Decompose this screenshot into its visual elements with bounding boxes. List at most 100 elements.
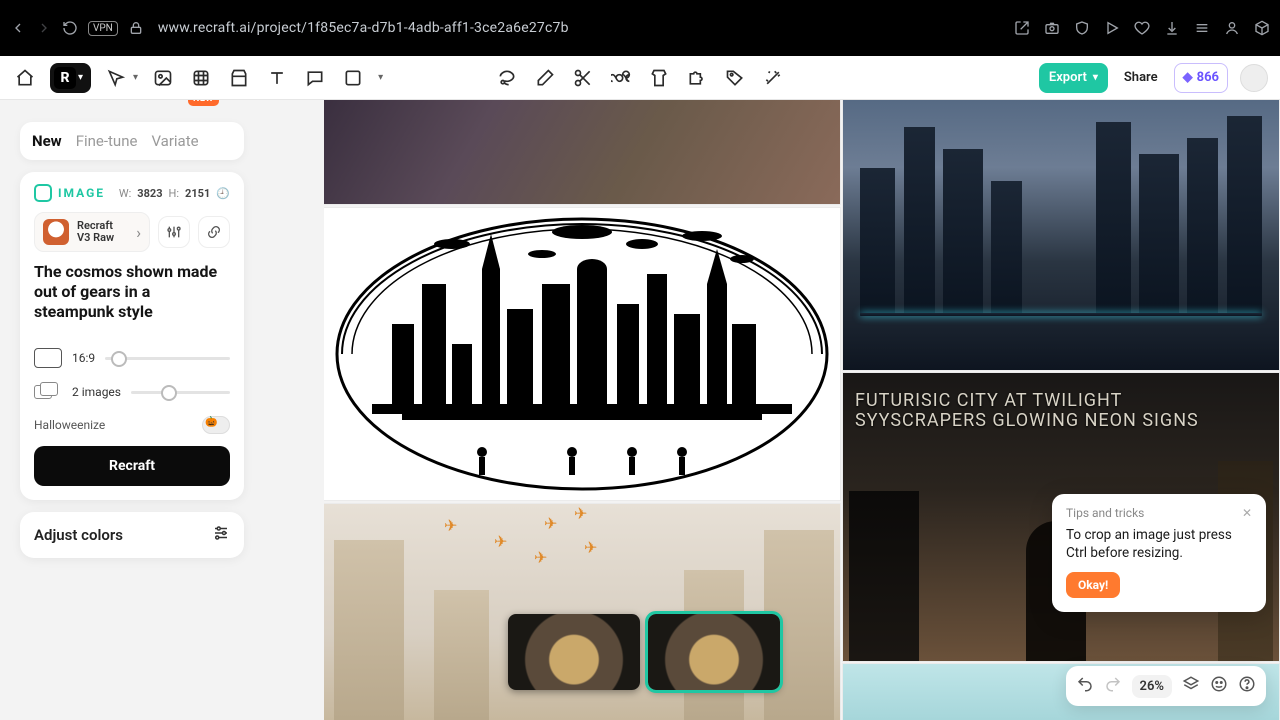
nav-back-icon[interactable] [10,20,26,36]
vpn-badge[interactable]: VPN [88,21,118,36]
scissors-icon[interactable] [570,65,596,91]
comment-tool-icon[interactable] [302,65,328,91]
halloweenize-toggle[interactable] [202,416,230,434]
w-label: W: [119,187,131,200]
result-thumbnails [508,614,780,690]
image-type-icon [34,184,52,202]
count-row: 2 images [34,382,230,402]
canvas-image[interactable] [324,208,840,500]
chevron-down-icon: ▾ [78,72,83,83]
avatar[interactable] [1240,64,1268,92]
text-tool-icon[interactable] [264,65,290,91]
play-icon[interactable] [1104,20,1120,36]
lock-icon [128,20,144,36]
menu-icon[interactable] [1194,20,1210,36]
address-url[interactable]: www.recraft.ai/project/1f85ec7a-d7b1-4ad… [158,20,1000,36]
w-value: 3823 [137,187,162,200]
aspect-slider[interactable] [105,357,230,360]
layers-icon[interactable] [1182,675,1200,697]
count-value: 2 images [72,385,121,399]
card-type-label: IMAGE [58,186,105,200]
shirt-icon[interactable] [646,65,672,91]
tab-finetune[interactable]: Fine-tune [76,132,138,150]
shield-icon[interactable] [1074,20,1090,36]
sliders-button[interactable] [158,216,190,248]
diamond-icon: ◆ [1183,70,1193,85]
tab-variate[interactable]: Variate [151,132,198,150]
browser-chrome: VPN www.recraft.ai/project/1f85ec7a-d7b1… [0,0,1280,56]
nav-fwd-icon[interactable] [36,20,52,36]
image-card: IMAGE W:3823 H:2151 🕘 RecraftV3 Raw › Th… [20,172,244,500]
aspect-value: 16:9 [72,351,95,365]
open-external-icon[interactable] [1014,20,1030,36]
result-thumb[interactable] [508,614,640,690]
poster-line2: SYYSCRAPERS GLOWING NEON SIGNS [855,411,1199,431]
close-icon[interactable]: ✕ [1242,506,1252,520]
tips-ok-button[interactable]: Okay! [1066,572,1120,598]
wand-icon[interactable] [760,65,786,91]
canvas-image[interactable] [843,100,1279,370]
chevron-down-icon[interactable]: ▾ [133,72,138,83]
eraser-icon[interactable] [532,65,558,91]
help-icon[interactable] [1238,675,1256,697]
card-type: IMAGE [34,184,105,202]
poster-line1: FUTURISIC CITY AT TWILIGHT [855,391,1199,411]
reload-icon[interactable] [62,20,78,36]
infinity-icon[interactable] [608,65,634,91]
result-thumb-selected[interactable] [648,614,780,690]
model-line2: V3 Raw [77,232,114,244]
aspect-icon[interactable] [34,348,62,368]
zoom-level[interactable]: 26% [1132,675,1172,698]
link-button[interactable] [198,216,230,248]
shape-tool-icon[interactable] [340,65,366,91]
download-icon[interactable] [1164,20,1180,36]
credits-value: 866 [1197,70,1219,85]
model-selector[interactable]: RecraftV3 Raw › [34,212,150,252]
tab-new[interactable]: New [32,132,62,150]
bw-city-illustration [332,214,832,494]
aspect-row: 16:9 [34,348,230,368]
model-avatar-icon [43,219,69,245]
app-toolbar: R▾ ▾ ▾ Export▾ Share ◆866 [0,56,1280,100]
halloweenize-label: Halloweenize [34,418,105,432]
tool-logo[interactable]: R▾ [50,63,91,93]
tips-body: To crop an image just press Ctrl before … [1066,526,1252,562]
cursor-icon[interactable] [103,65,129,91]
tips-popover: Tips and tricks ✕ To crop an image just p… [1052,494,1266,612]
undo-icon[interactable] [1076,675,1094,697]
adjust-colors-card[interactable]: Adjust colors [20,512,244,558]
h-value: 2151 [185,187,210,200]
export-button[interactable]: Export▾ [1039,63,1108,93]
heart-icon[interactable] [1134,20,1150,36]
home-icon[interactable] [12,65,38,91]
adjust-colors-label: Adjust colors [34,526,123,544]
frame-tool-icon[interactable] [188,65,214,91]
emoji-icon[interactable] [1210,675,1228,697]
canvas[interactable]: ✈ ✈ ✈ ✈ ✈ ✈ FUTURISIC CITY AT TWILIGHT S… [324,100,1280,720]
mode-tabs: New Fine-tune Variate [20,122,244,160]
credits-badge[interactable]: ◆ 866 [1174,63,1228,93]
puzzle-icon[interactable] [684,65,710,91]
tips-title: Tips and tricks [1066,506,1144,520]
recraft-button[interactable]: Recraft [34,446,230,486]
export-label: Export [1049,70,1087,85]
chevron-down-icon[interactable]: ▾ [378,72,383,83]
count-slider[interactable] [131,391,230,394]
prompt-input[interactable]: The cosmos shown made out of gears in a … [34,262,230,334]
tag-icon[interactable] [722,65,748,91]
profile-icon[interactable] [1224,20,1240,36]
share-button[interactable]: Share [1120,70,1162,85]
mockup-tool-icon[interactable] [226,65,252,91]
lasso-icon[interactable] [494,65,520,91]
sliders-icon [212,524,230,546]
chevron-right-icon: › [136,223,141,242]
cube-icon[interactable] [1254,20,1270,36]
dimensions: W:3823 H:2151 🕘 [119,187,230,200]
view-controls: 26% [1066,666,1266,706]
redo-icon[interactable] [1104,675,1122,697]
canvas-image[interactable] [324,100,840,204]
clock-icon: 🕘 [216,187,230,200]
stack-icon[interactable] [34,382,62,402]
image-tool-icon[interactable] [150,65,176,91]
camera-icon[interactable] [1044,20,1060,36]
